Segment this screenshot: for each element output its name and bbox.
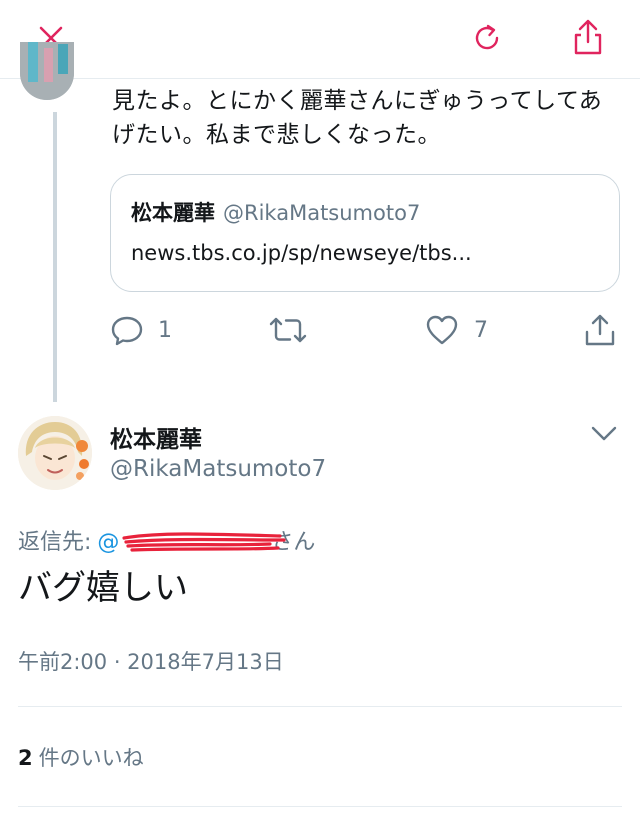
- reply-button[interactable]: 1: [110, 314, 172, 346]
- parent-avatar[interactable]: [20, 42, 74, 100]
- retweet-button[interactable]: [268, 314, 322, 346]
- share-icon: [574, 19, 602, 55]
- tweet-menu-button[interactable]: [586, 418, 622, 450]
- divider: [18, 806, 622, 807]
- quoted-tweet-header: 松本麗華 @RikaMatsumoto7: [131, 197, 420, 227]
- reload-icon: [475, 24, 499, 50]
- likes-count: 2: [18, 746, 33, 770]
- reply-count: 1: [158, 317, 172, 343]
- parent-tweet-text: 見たよ。とにかく麗華さんにぎゅうってしてあげたい。私まで悲しくなった。: [112, 88, 603, 148]
- tweet-timestamp: 午前2:00 · 2018年7月13日: [18, 650, 284, 674]
- quoted-author-name: 松本麗華: [131, 201, 215, 225]
- likes-stat[interactable]: 2 件のいいね: [18, 742, 144, 772]
- reply-to-label: 返信先:: [18, 530, 92, 555]
- author-handle[interactable]: @RikaMatsumoto7: [110, 456, 326, 482]
- toolbar-divider: [0, 78, 640, 79]
- share-icon: [585, 314, 615, 346]
- top-toolbar: [0, 0, 640, 78]
- tweet-share-button[interactable]: [582, 312, 618, 348]
- thread-line: [53, 112, 57, 402]
- quoted-author-handle: @RikaMatsumoto7: [223, 201, 421, 225]
- author-name[interactable]: 松本麗華: [110, 420, 202, 454]
- retweet-icon: [269, 317, 307, 343]
- redaction-scribble: [122, 532, 286, 552]
- like-button[interactable]: 7: [424, 314, 488, 346]
- author-avatar[interactable]: [18, 416, 92, 490]
- reply-icon: [111, 316, 143, 346]
- reload-button[interactable]: [464, 16, 510, 60]
- tweet-text: バグ嬉しい: [18, 568, 188, 608]
- chevron-down-icon: [591, 426, 617, 441]
- likes-label: 件のいいね: [38, 746, 144, 770]
- quoted-tweet-link[interactable]: news.tbs.co.jp/sp/newseye/tbs...: [131, 241, 472, 265]
- divider: [18, 706, 622, 707]
- heart-icon: [426, 315, 458, 345]
- like-count: 7: [474, 317, 488, 343]
- mention-at: @: [97, 530, 120, 555]
- quoted-tweet-card[interactable]: 松本麗華 @RikaMatsumoto7 news.tbs.co.jp/sp/ne…: [110, 174, 620, 292]
- share-button[interactable]: [564, 12, 612, 62]
